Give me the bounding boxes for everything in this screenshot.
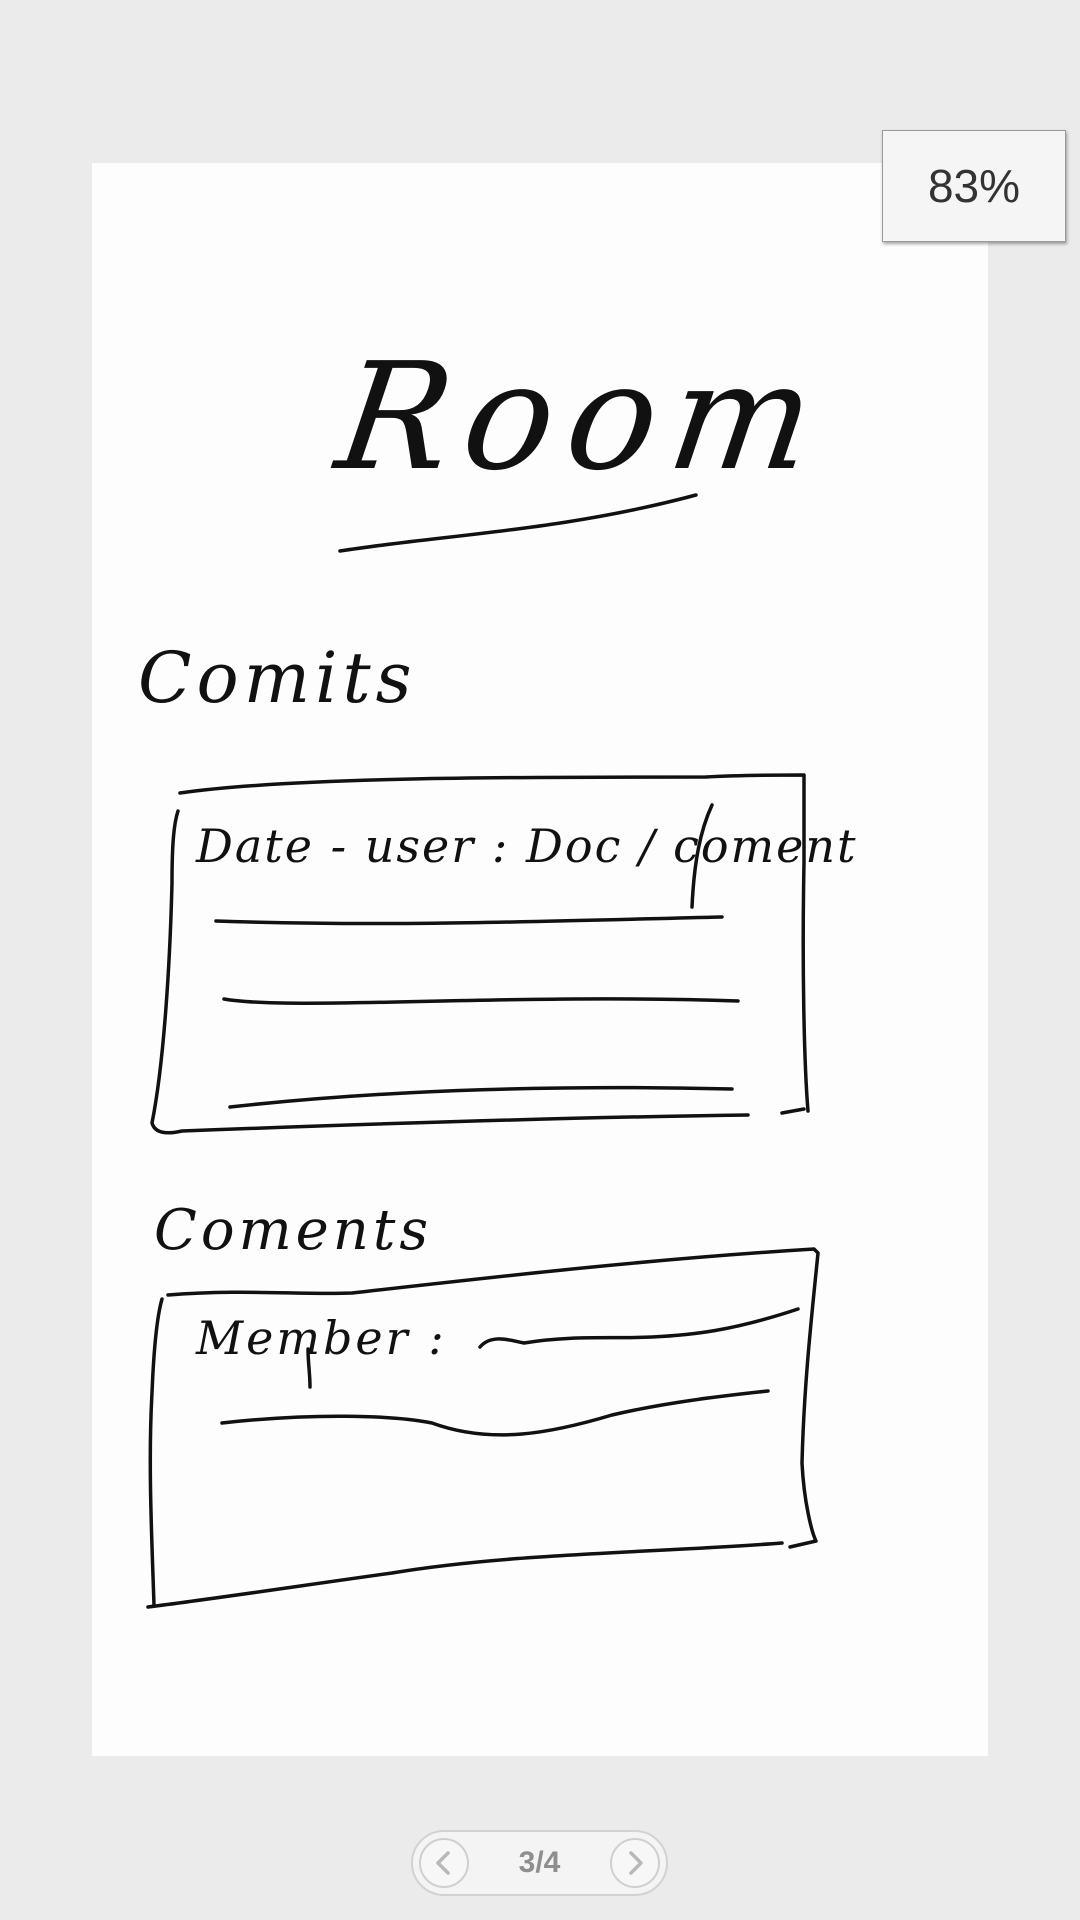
comments-heading: Coments xyxy=(154,1198,433,1263)
zoom-level-indicator: 83% xyxy=(882,130,1066,242)
document-page: Room Comits Date - user : Doc / coment C… xyxy=(92,163,988,1756)
page-indicator: 3/4 xyxy=(518,1846,561,1879)
chevron-right-icon xyxy=(629,1851,643,1875)
comment-line-2 xyxy=(220,1389,770,1437)
commit-line-1 xyxy=(214,915,724,926)
member-label: Member : xyxy=(196,1311,447,1365)
commit-line-3 xyxy=(228,1085,734,1109)
member-comment-squiggle xyxy=(478,1307,800,1349)
title-underline xyxy=(338,493,698,553)
commits-row-header: Date - user : Doc / coment xyxy=(196,819,858,873)
comments-box xyxy=(146,1247,820,1609)
zoom-level-text: 83% xyxy=(927,160,1021,212)
sketch-title: Room xyxy=(327,331,839,503)
chevron-left-icon xyxy=(436,1851,450,1875)
commits-heading: Comits xyxy=(138,637,417,719)
next-page-button[interactable] xyxy=(610,1838,660,1888)
commit-line-2 xyxy=(222,997,740,1006)
page-navigator: 3/4 xyxy=(411,1830,668,1896)
previous-page-button[interactable] xyxy=(419,1838,469,1888)
